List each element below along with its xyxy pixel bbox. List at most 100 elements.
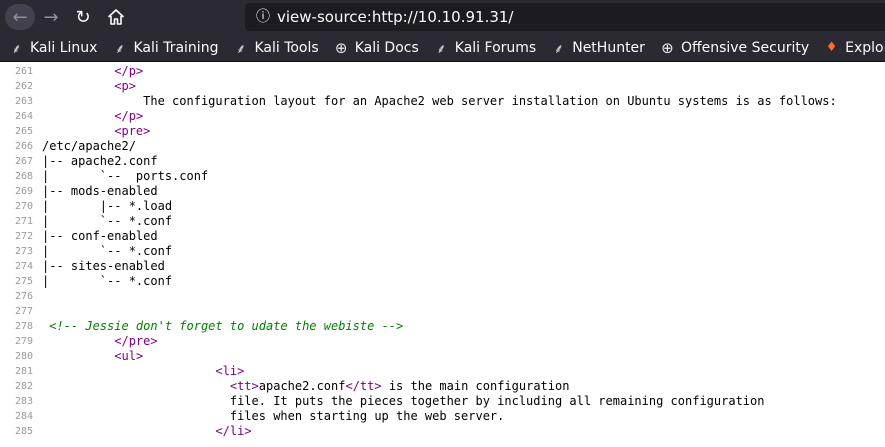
url-bar[interactable]: ⓘ view-source:http://10.10.91.31/: [245, 3, 885, 31]
bookmark-item[interactable]: ⊕ Offensive Security: [659, 38, 810, 57]
globe-icon: ⊕: [334, 38, 348, 57]
line-number: 271: [14, 216, 33, 227]
line-code: </p>: [42, 64, 143, 79]
line-number: 273: [14, 246, 33, 257]
line-number: 272: [14, 231, 33, 242]
source-line: 280 <ul>: [0, 349, 885, 364]
tag-bracket: </: [345, 379, 360, 393]
tag-name: /li: [222, 424, 245, 438]
line-code: | |-- *.load: [42, 199, 172, 214]
bookmark-item[interactable]: ⸙ NetHunter: [550, 39, 645, 57]
source-text: |-- apache2.conf: [42, 154, 158, 168]
tt-text: apache2.conf: [258, 379, 346, 393]
source-text: files when starting up the web server.: [42, 409, 505, 423]
source-line: 271 | `-- *.conf: [0, 214, 885, 229]
bookmark-item[interactable]: ♦ Exploit-DB: [823, 39, 885, 56]
browser-toolbar: ← → ↻ ⓘ view-source:http://10.10.91.31/: [0, 0, 885, 34]
reload-icon[interactable]: ↻: [70, 4, 96, 30]
exploit-db-icon: ♦: [825, 40, 838, 55]
source-text: | `-- *.conf: [42, 244, 173, 258]
source-line: 275 | `-- *.conf: [0, 274, 885, 289]
source-line: 267 |-- apache2.conf: [0, 154, 885, 169]
tag-bracket: >: [244, 424, 252, 438]
line-code: |-- conf-enabled: [42, 229, 158, 244]
line-code: </p>: [42, 109, 143, 124]
source-view: 261 </p> 262 <p> 263 The configuration lay…: [0, 62, 885, 447]
line-number: 280: [14, 351, 33, 362]
source-line: 264 </p>: [0, 109, 885, 124]
line-code: <!-- Jessie don't forget to udate the we…: [42, 319, 403, 334]
source-text: /etc/apache2/: [42, 139, 136, 153]
line-number: 278: [14, 321, 33, 332]
line-number: 266: [14, 141, 33, 152]
line-code: | `-- *.conf: [42, 214, 172, 229]
source-line: 273 | `-- *.conf: [0, 244, 885, 259]
line-number: 282: [14, 381, 33, 392]
line-number: 281: [14, 366, 33, 377]
home-icon[interactable]: [103, 4, 129, 30]
source-line: 285 </li>: [0, 424, 885, 439]
kali-dragon-icon: ⸙: [11, 41, 22, 57]
line-number: 276: [14, 291, 33, 302]
source-line: 284 files when starting up the web serve…: [0, 409, 885, 424]
tag-name: li: [222, 364, 238, 378]
source-line: 270 | |-- *.load: [0, 199, 885, 214]
line-number: 274: [14, 261, 33, 272]
line-code: files when starting up the web server.: [42, 409, 505, 424]
line-code: |-- mods-enabled: [42, 184, 158, 199]
html-comment: <!-- Jessie don't forget to udate the we…: [42, 319, 404, 333]
source-line: 268 | `-- ports.conf: [0, 169, 885, 184]
line-code: | `-- ports.conf: [42, 169, 208, 184]
url-text[interactable]: view-source:http://10.10.91.31/: [277, 8, 513, 26]
source-line: 269 |-- mods-enabled: [0, 184, 885, 199]
back-arrow-icon[interactable]: ←: [5, 4, 35, 30]
source-line: 274 |-- sites-enabled: [0, 259, 885, 274]
line-code: <ul>: [42, 349, 143, 364]
tag-bracket: >: [135, 64, 144, 78]
source-line: 277: [0, 304, 885, 319]
line-number: 261: [14, 66, 33, 77]
bookmark-label: NetHunter: [572, 39, 645, 56]
bookmark-label: Kali Tools: [254, 39, 319, 56]
bookmark-item[interactable]: ⊕ Kali Docs: [333, 38, 419, 57]
source-line: 266/etc/apache2/: [0, 139, 885, 154]
line-code: <li>: [42, 364, 244, 379]
line-code: <tt>apache2.conf</tt> is the main config…: [42, 379, 570, 394]
line-number: 265: [14, 126, 33, 137]
source-line: 272 |-- conf-enabled: [0, 229, 885, 244]
line-code: | `-- *.conf: [42, 244, 172, 259]
line-number: 268: [14, 171, 33, 182]
line-code: |-- sites-enabled: [42, 259, 165, 274]
forward-arrow-icon[interactable]: →: [38, 4, 64, 30]
tag-bracket: >: [128, 79, 136, 93]
source-line: 265 <pre>: [0, 124, 885, 139]
source-line: 282 <tt>apache2.conf</tt> is the main co…: [0, 379, 885, 394]
source-text: | `-- ports.conf: [42, 169, 209, 183]
globe-icon: ⊕: [661, 38, 674, 57]
source-text: | |-- *.load: [42, 199, 173, 213]
source-line: 281 <li>: [0, 364, 885, 379]
line-code: </li>: [42, 424, 252, 439]
bookmark-label: Kali Linux: [30, 39, 98, 56]
line-number: 277: [14, 306, 33, 317]
bookmark-label: Kali Forums: [454, 39, 537, 56]
tag-bracket: <: [229, 379, 238, 393]
bookmark-item[interactable]: ⸙ Kali Forums: [433, 39, 537, 57]
line-number: 269: [14, 186, 33, 197]
source-text: |-- sites-enabled: [42, 259, 165, 273]
bookmark-item[interactable]: ⸙ Kali Linux: [8, 39, 98, 57]
bookmark-item[interactable]: ⸙ Kali Tools: [232, 39, 319, 57]
source-text: The configuration layout for an Apache2 …: [42, 94, 837, 108]
bookmark-label: Kali Docs: [354, 39, 419, 56]
bookmark-label: Offensive Security: [680, 39, 810, 56]
tag-bracket: <: [215, 364, 223, 378]
bookmark-item[interactable]: ⸙ Kali Training: [111, 39, 218, 57]
line-number: 262: [14, 81, 33, 92]
info-icon[interactable]: ⓘ: [254, 7, 272, 25]
